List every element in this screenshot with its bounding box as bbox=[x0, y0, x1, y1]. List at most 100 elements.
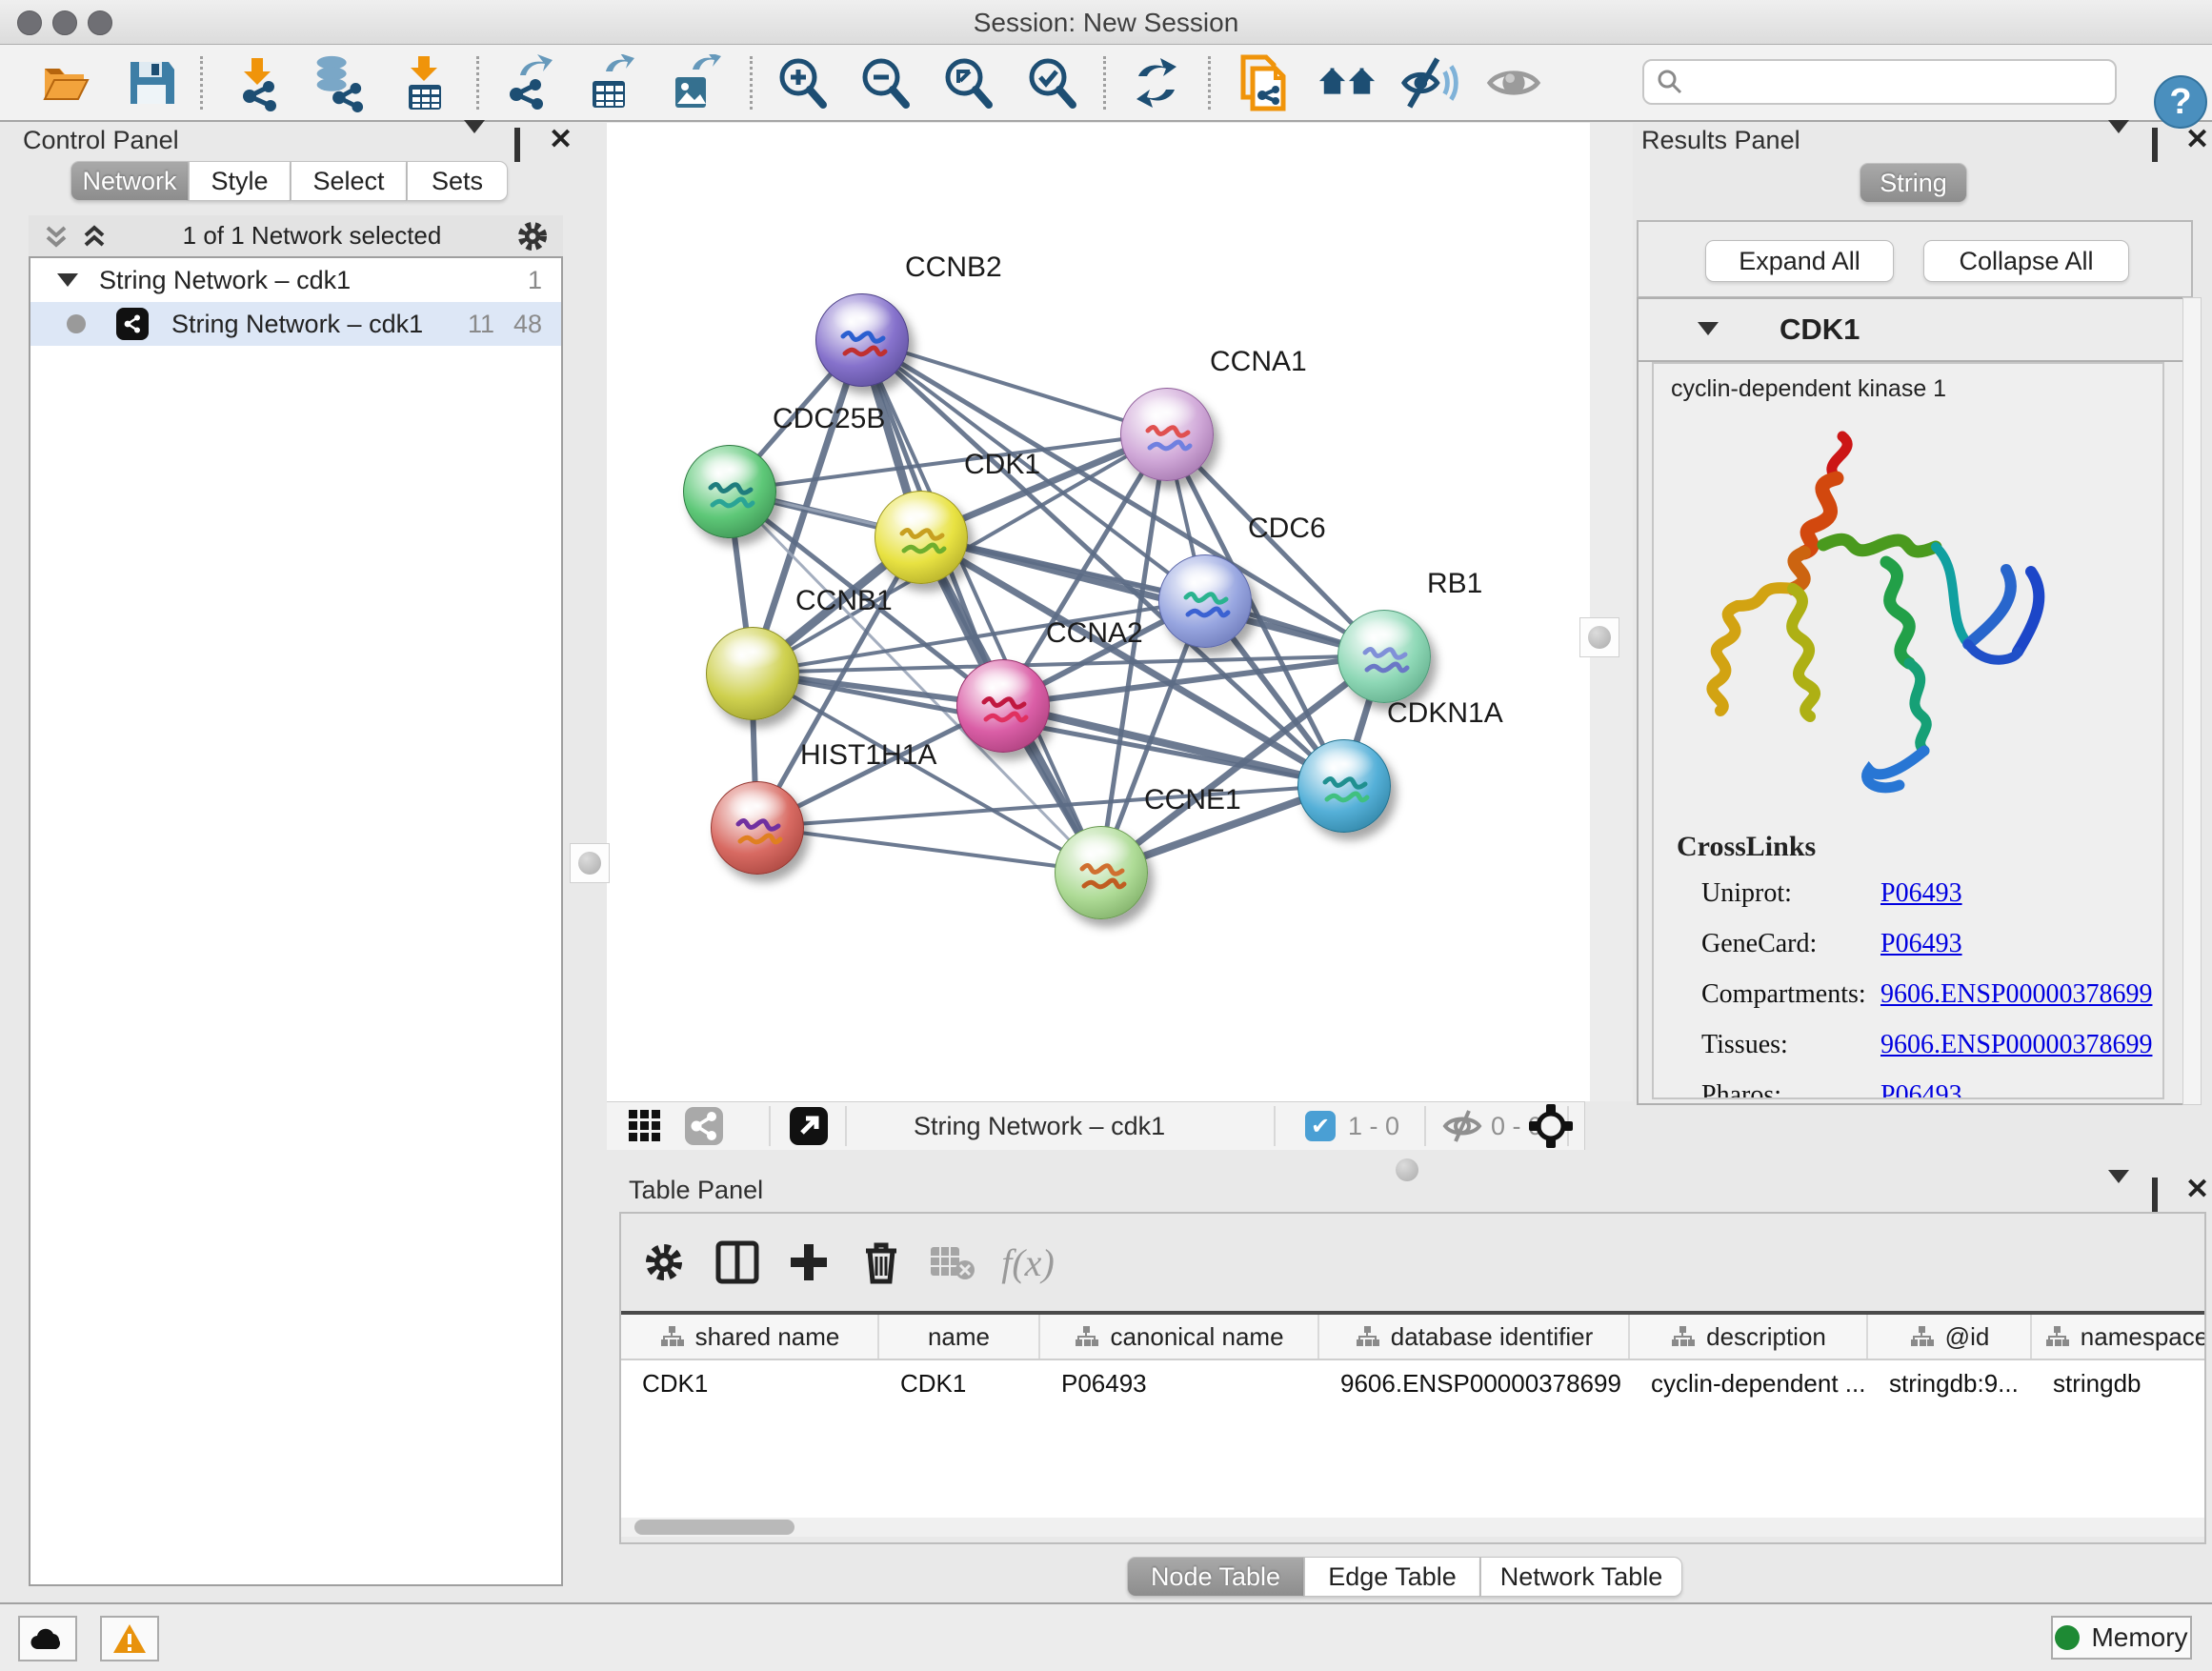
crosslink-link[interactable]: 9606.ENSP00000378699 bbox=[1880, 979, 2152, 1010]
node-CCNB1[interactable] bbox=[706, 627, 799, 720]
results-panel-close-icon[interactable]: ✕ bbox=[2185, 126, 2209, 155]
cell-description[interactable]: cyclin-dependent ... bbox=[1630, 1360, 1868, 1406]
delete-column-icon[interactable] bbox=[855, 1237, 907, 1288]
cell-id[interactable]: stringdb:9... bbox=[1868, 1360, 2032, 1406]
tab-network-table[interactable]: Network Table bbox=[1480, 1557, 1682, 1597]
network-canvas[interactable]: CCNB2CCNA1CDC25BCDK1CDC6RB1CCNB1CCNA2CDK… bbox=[607, 123, 1590, 1101]
column-header-shared-name[interactable]: shared name bbox=[621, 1315, 879, 1359]
tab-network[interactable]: Network bbox=[70, 161, 189, 201]
tab-string[interactable]: String bbox=[1860, 163, 1967, 203]
edge-CDK1-RB1[interactable] bbox=[920, 536, 1383, 655]
birds-eye-view-icon[interactable] bbox=[624, 1105, 666, 1147]
results-panel-float-icon[interactable] bbox=[2108, 133, 2129, 163]
node-CCNB2[interactable] bbox=[815, 293, 909, 387]
column-header-name[interactable]: name bbox=[879, 1315, 1040, 1359]
control-panel-float-icon[interactable] bbox=[464, 133, 485, 163]
collection-expand-icon[interactable] bbox=[57, 273, 78, 287]
results-panel-maximize-icon[interactable] bbox=[2152, 131, 2158, 160]
export-image-icon[interactable] bbox=[663, 53, 722, 112]
warnings-button[interactable] bbox=[100, 1616, 159, 1661]
cell-database-identifier[interactable]: 9606.ENSP00000378699 bbox=[1319, 1360, 1630, 1406]
node-CCNA1[interactable] bbox=[1120, 388, 1214, 481]
table-panel-float-icon[interactable] bbox=[2108, 1183, 2129, 1213]
string-style-icon[interactable] bbox=[683, 1105, 725, 1147]
export-table-icon[interactable] bbox=[580, 53, 639, 112]
results-scrollbar[interactable] bbox=[2182, 297, 2202, 1105]
search-field[interactable] bbox=[1642, 59, 2117, 105]
zoom-fit-icon[interactable] bbox=[938, 53, 997, 112]
zoom-out-icon[interactable] bbox=[855, 53, 915, 112]
column-header-canonical-name[interactable]: canonical name bbox=[1040, 1315, 1319, 1359]
gene-collapse-icon[interactable] bbox=[1698, 322, 1719, 335]
node-HIST1H1A[interactable] bbox=[711, 781, 804, 875]
save-session-icon[interactable] bbox=[122, 53, 181, 112]
network-collection-row[interactable]: String Network – cdk1 1 bbox=[30, 258, 561, 302]
crosslink-link[interactable]: P06493 bbox=[1880, 878, 1962, 909]
control-panel-close-icon[interactable]: ✕ bbox=[549, 126, 573, 155]
column-header-id[interactable]: @id bbox=[1868, 1315, 2032, 1359]
search-input[interactable] bbox=[1684, 67, 2103, 98]
cell-namespace[interactable]: stringdb bbox=[2032, 1360, 2206, 1406]
import-network-database-icon[interactable] bbox=[306, 53, 365, 112]
column-header-database-identifier[interactable]: database identifier bbox=[1319, 1315, 1630, 1359]
hide-visibility-icon[interactable] bbox=[1400, 53, 1459, 112]
node-CDC25B[interactable] bbox=[683, 445, 776, 538]
node-CDKN1A[interactable] bbox=[1297, 739, 1391, 833]
home-icon[interactable] bbox=[1317, 53, 1377, 112]
tab-select[interactable]: Select bbox=[291, 161, 407, 201]
import-table-file-icon[interactable] bbox=[394, 53, 453, 112]
table-data-row[interactable]: CDK1CDK1P064939606.ENSP00000378699cyclin… bbox=[621, 1360, 2206, 1406]
external-view-icon[interactable] bbox=[788, 1105, 830, 1147]
memory-button[interactable]: Memory bbox=[2051, 1616, 2192, 1660]
crosslink-link[interactable]: 9606.ENSP00000378699 bbox=[1880, 1030, 2152, 1060]
left-divider-grip[interactable] bbox=[570, 843, 610, 883]
add-column-icon[interactable] bbox=[783, 1237, 835, 1288]
bottom-divider-grip[interactable] bbox=[1388, 1151, 1426, 1189]
hscroll-thumb[interactable] bbox=[634, 1520, 794, 1535]
cell-canonical-name[interactable]: P06493 bbox=[1040, 1360, 1319, 1406]
edge-HIST1H1A-CCNE1[interactable] bbox=[756, 827, 1100, 872]
network-options-gear-icon[interactable] bbox=[515, 219, 550, 253]
fit-selected-crosshair-icon[interactable] bbox=[1527, 1102, 1575, 1150]
clone-network-icon[interactable] bbox=[1234, 53, 1293, 112]
node-CCNA2[interactable] bbox=[956, 659, 1050, 753]
zoom-selected-icon[interactable] bbox=[1022, 53, 1081, 112]
import-network-file-icon[interactable] bbox=[228, 53, 287, 112]
network-row-selected[interactable]: String Network – cdk1 11 48 bbox=[30, 302, 561, 346]
table-panel-close-icon[interactable]: ✕ bbox=[2185, 1176, 2209, 1205]
cell-name[interactable]: CDK1 bbox=[879, 1360, 1040, 1406]
help-button[interactable]: ? bbox=[2154, 75, 2207, 129]
apply-layout-icon[interactable] bbox=[1127, 53, 1186, 112]
crosslink-link[interactable]: P06493 bbox=[1880, 1080, 1962, 1099]
table-hscrollbar[interactable] bbox=[621, 1518, 2206, 1537]
tab-edge-table[interactable]: Edge Table bbox=[1304, 1557, 1480, 1597]
gene-entry-header[interactable]: CDK1 bbox=[1639, 299, 2187, 362]
table-gear-icon[interactable] bbox=[638, 1237, 690, 1288]
cloud-status-button[interactable] bbox=[18, 1616, 77, 1661]
node-CDC6[interactable] bbox=[1158, 554, 1252, 648]
column-header-description[interactable]: description bbox=[1630, 1315, 1868, 1359]
node-CCNE1[interactable] bbox=[1055, 826, 1148, 919]
show-hidden-icon[interactable] bbox=[1484, 53, 1543, 112]
open-session-icon[interactable] bbox=[37, 53, 96, 112]
node-CDK1[interactable] bbox=[875, 491, 968, 584]
crosslink-link[interactable]: P06493 bbox=[1880, 929, 1962, 959]
tab-node-table[interactable]: Node Table bbox=[1127, 1557, 1304, 1597]
table-panel-maximize-icon[interactable] bbox=[2152, 1180, 2158, 1210]
control-panel-maximize-icon[interactable] bbox=[514, 131, 520, 160]
zoom-in-icon[interactable] bbox=[773, 53, 832, 112]
export-network-icon[interactable] bbox=[498, 53, 557, 112]
tab-style[interactable]: Style bbox=[189, 161, 291, 201]
select-columns-icon[interactable] bbox=[712, 1237, 763, 1288]
node-RB1[interactable] bbox=[1337, 610, 1431, 703]
collapse-all-button[interactable]: Collapse All bbox=[1923, 240, 2129, 282]
collapse-all-icon[interactable] bbox=[42, 222, 70, 251]
cell-shared-name[interactable]: CDK1 bbox=[621, 1360, 879, 1406]
table-panel-title: Table Panel bbox=[629, 1176, 763, 1205]
expand-all-icon[interactable] bbox=[80, 222, 109, 251]
selected-checkbox-icon[interactable]: ✔ bbox=[1305, 1111, 1336, 1141]
expand-all-button[interactable]: Expand All bbox=[1705, 240, 1894, 282]
right-divider-grip[interactable] bbox=[1579, 617, 1619, 657]
tab-sets[interactable]: Sets bbox=[407, 161, 508, 201]
column-header-namespace[interactable]: namespace bbox=[2032, 1315, 2206, 1359]
